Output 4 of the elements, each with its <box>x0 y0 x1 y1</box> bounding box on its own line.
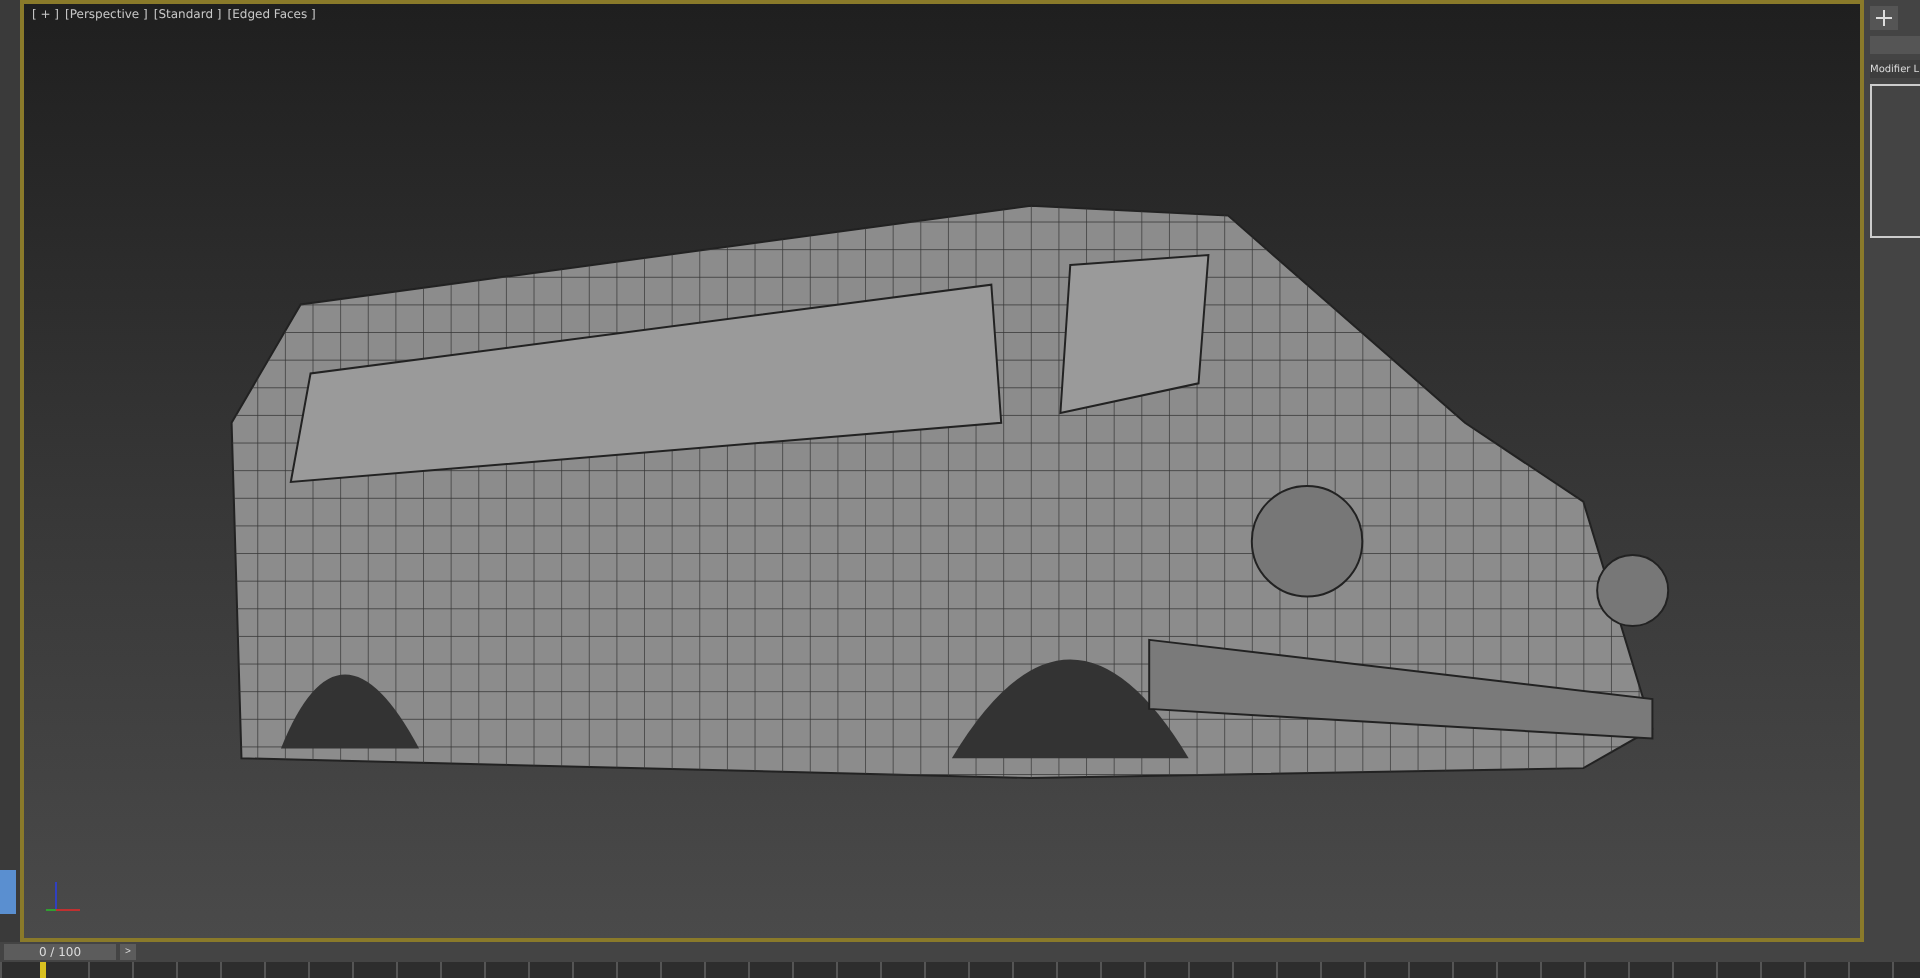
plus-icon <box>1876 10 1892 26</box>
panel-tab[interactable] <box>0 870 16 914</box>
time-marker[interactable] <box>40 962 46 978</box>
add-button[interactable] <box>1870 6 1898 30</box>
